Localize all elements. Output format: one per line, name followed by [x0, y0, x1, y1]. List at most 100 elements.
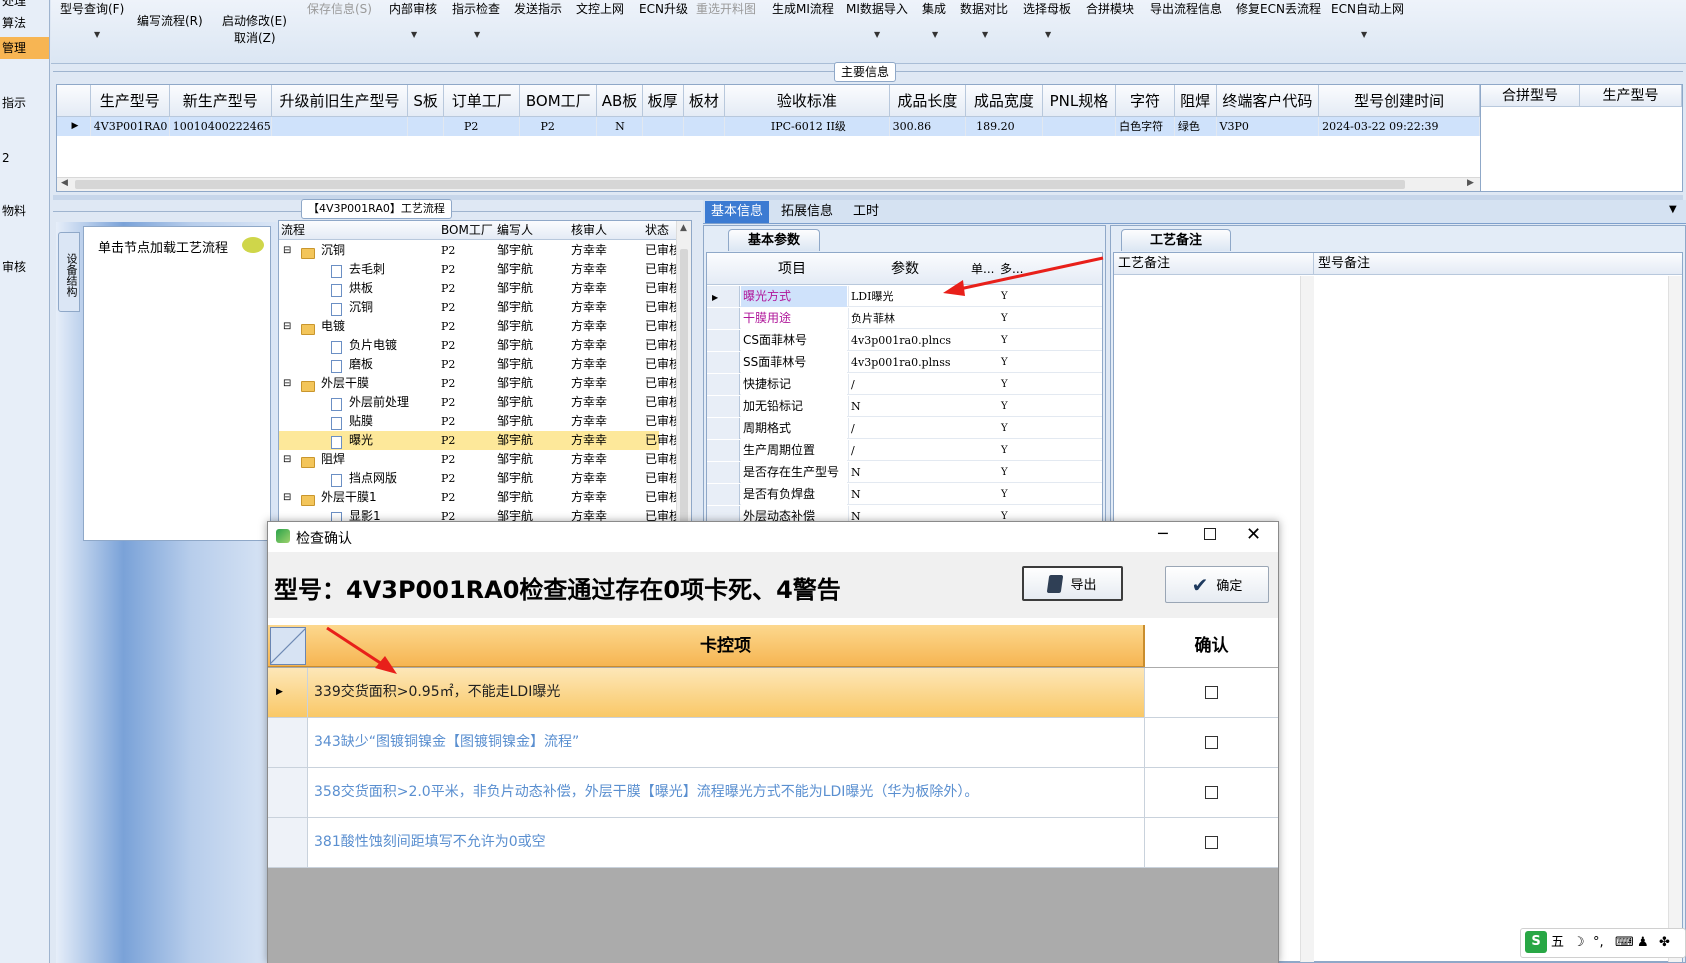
tree-row[interactable]: 磨板 P2 邹宇航 方幸幸 已审核: [279, 355, 681, 374]
minimize-icon[interactable]: ─: [1158, 524, 1168, 543]
cell[interactable]: 10010400222465: [169, 116, 272, 136]
tab-process-remarks[interactable]: 工艺备注: [1121, 229, 1231, 251]
table-row[interactable]: ▶ 4V3P001RA0 10010400222465 P2 P2 N IPC-…: [57, 116, 1480, 136]
mi-import-button[interactable]: MI数据导入 ▼: [846, 0, 908, 39]
vertical-scrollbar[interactable]: ▲: [676, 221, 691, 524]
scroll-left-icon[interactable]: ◀: [61, 178, 68, 188]
tree-row[interactable]: 烘板 P2 邹宇航 方幸幸 已审核: [279, 279, 681, 298]
tab-basic-params[interactable]: 基本参数: [728, 229, 820, 251]
param-value[interactable]: 负片菲林: [848, 308, 968, 329]
cell[interactable]: 2024-03-22 09:22:39: [1318, 116, 1480, 136]
param-row[interactable]: 干膜用途 负片菲林 Y: [707, 308, 1102, 329]
row-header[interactable]: [707, 418, 740, 439]
cell[interactable]: P2: [519, 116, 598, 136]
tree-row[interactable]: 负片电镀 P2 邹宇航 方幸幸 已审核: [279, 336, 681, 355]
tree-row[interactable]: 曝光 P2 邹宇航 方幸幸 已审核: [279, 431, 681, 450]
row-indicator[interactable]: [268, 818, 308, 867]
start-modify-button[interactable]: 启动修改(E) 取消(Z): [222, 12, 287, 46]
params-col-multi[interactable]: 多...: [1000, 253, 1023, 285]
col-header[interactable]: 新生产型号: [169, 85, 272, 117]
col-header[interactable]: BOM工厂: [519, 85, 598, 117]
tree-col-writer[interactable]: 编写人: [497, 221, 533, 240]
param-value[interactable]: 4v3p001ra0.plnss: [848, 352, 968, 373]
fix-ecn-process-button[interactable]: 修复ECN丢流程: [1236, 0, 1321, 17]
cell[interactable]: 绿色: [1174, 116, 1217, 136]
col-header[interactable]: 型号创建时间: [1318, 85, 1480, 117]
param-row[interactable]: 加无铅标记 N Y: [707, 396, 1102, 417]
data-compare-button[interactable]: 数据对比 ▼: [960, 0, 1008, 39]
col-header[interactable]: 成品宽度: [965, 85, 1043, 117]
row-header[interactable]: [707, 484, 740, 505]
col-confirm[interactable]: 确认: [1144, 625, 1278, 667]
cell[interactable]: 4V3P001RA0: [90, 116, 170, 136]
col-header[interactable]: 阻焊: [1174, 85, 1217, 117]
export-button[interactable]: 导出: [1022, 566, 1123, 601]
tree-col-status[interactable]: 状态: [645, 221, 669, 240]
scroll-up-icon[interactable]: ▲: [680, 223, 687, 233]
param-row[interactable]: 生产周期位置 / Y: [707, 440, 1102, 461]
control-item-row[interactable]: 358交货面积>2.0平米，非负片动态补偿，外层干膜【曝光】流程曝光方式不能为L…: [268, 768, 1278, 818]
col-header[interactable]: 生产型号: [90, 85, 170, 117]
scrollbar-thumb[interactable]: [75, 180, 1405, 189]
col-header[interactable]: 生产型号: [1580, 85, 1682, 107]
nav-item-process[interactable]: 处理: [0, 0, 49, 12]
collapse-icon[interactable]: ⊟: [283, 241, 291, 260]
horizontal-scrollbar[interactable]: ◀ ▶: [57, 177, 1480, 191]
col-header[interactable]: AB板: [596, 85, 643, 117]
keyboard-icon[interactable]: ⌨: [1615, 929, 1634, 957]
sogou-icon[interactable]: S: [1525, 931, 1547, 953]
cell[interactable]: [407, 116, 444, 136]
confirm-checkbox[interactable]: [1205, 836, 1218, 849]
select-all-corner[interactable]: [270, 627, 306, 665]
row-indicator[interactable]: ▶: [268, 668, 308, 717]
maximize-icon[interactable]: [1204, 528, 1216, 540]
collapse-icon[interactable]: ⊟: [283, 488, 291, 507]
cell[interactable]: 189.20: [965, 116, 1043, 136]
tree-row[interactable]: 沉铜 P2 邹宇航 方幸幸 已审核: [279, 298, 681, 317]
model-query-button[interactable]: 型号查询(F) ▼: [60, 0, 124, 39]
col-header[interactable]: 字符: [1115, 85, 1175, 117]
tab-basic-info[interactable]: 基本信息: [705, 201, 770, 223]
tree-row[interactable]: ⊟ 外层干膜 P2 邹宇航 方幸幸 已审核: [279, 374, 681, 393]
ecn-upgrade-button[interactable]: ECN升级: [639, 0, 688, 17]
tree-col-bom[interactable]: BOM工厂: [441, 221, 493, 240]
collapse-icon[interactable]: ⊟: [283, 374, 291, 393]
param-value[interactable]: /: [848, 418, 968, 439]
col-control-item[interactable]: 卡控项: [308, 625, 1144, 667]
param-row[interactable]: SS面菲林号 4v3p001ra0.plnss Y: [707, 352, 1102, 373]
cell[interactable]: N: [596, 116, 643, 136]
control-item-row[interactable]: ▶ 339交货面积>0.95㎡，不能走LDI曝光: [268, 668, 1278, 718]
instruction-check-button[interactable]: 指示检查 ▼: [452, 0, 500, 39]
tree-row[interactable]: 外层前处理 P2 邹宇航 方幸幸 已审核: [279, 393, 681, 412]
row-header[interactable]: [707, 374, 740, 395]
row-header[interactable]: [707, 352, 740, 373]
row-header[interactable]: ▶: [707, 286, 740, 307]
remark-scrollbar[interactable]: [1300, 276, 1314, 962]
moon-icon[interactable]: ☽: [1573, 929, 1585, 957]
cell[interactable]: 300.86: [889, 116, 967, 136]
col-header[interactable]: 合拼型号: [1481, 85, 1580, 107]
col-header[interactable]: 升级前旧生产型号: [271, 85, 409, 117]
nav-item-review[interactable]: 审核: [0, 256, 49, 278]
param-row[interactable]: 是否有负焊盘 N Y: [707, 484, 1102, 505]
send-instruction-button[interactable]: 发送指示: [514, 0, 562, 17]
cell[interactable]: P2: [443, 116, 521, 136]
cell[interactable]: 白色字符: [1115, 116, 1175, 136]
row-indicator[interactable]: [268, 718, 308, 767]
dropdown-icon[interactable]: ▼: [1669, 204, 1677, 215]
tree-row[interactable]: 挡点网版 P2 邹宇航 方幸幸 已审核: [279, 469, 681, 488]
param-value[interactable]: 4v3p001ra0.plncs: [848, 330, 968, 351]
row-indicator[interactable]: [268, 768, 308, 817]
select-mother-board-button[interactable]: 选择母板 ▼: [1023, 0, 1071, 39]
collapse-icon[interactable]: ⊟: [283, 317, 291, 336]
scrollbar-thumb[interactable]: [680, 249, 688, 524]
tab-extended-info[interactable]: 拓展信息: [775, 201, 839, 223]
ime-mode[interactable]: 五: [1551, 929, 1564, 957]
tree-row[interactable]: ⊟ 阻焊 P2 邹宇航 方幸幸 已审核: [279, 450, 681, 469]
param-row[interactable]: 周期格式 / Y: [707, 418, 1102, 439]
param-value[interactable]: /: [848, 374, 968, 395]
generate-mi-button[interactable]: 生成MI流程: [772, 0, 834, 17]
col-header[interactable]: S板: [407, 85, 444, 117]
tree-row[interactable]: ⊟ 电镀 P2 邹宇航 方幸幸 已审核: [279, 317, 681, 336]
param-value[interactable]: N: [848, 462, 968, 483]
